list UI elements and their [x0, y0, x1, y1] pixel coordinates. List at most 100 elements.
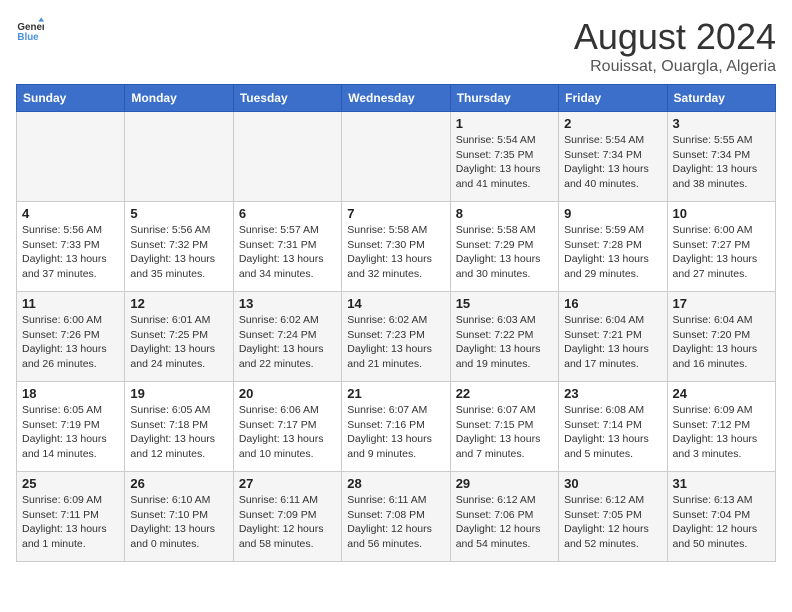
- calendar-cell: [17, 112, 125, 202]
- weekday-header-sunday: Sunday: [17, 85, 125, 112]
- day-number: 11: [22, 296, 119, 311]
- day-info: Sunrise: 5:57 AM Sunset: 7:31 PM Dayligh…: [239, 223, 336, 282]
- calendar-cell: 17Sunrise: 6:04 AM Sunset: 7:20 PM Dayli…: [667, 292, 775, 382]
- calendar-cell: 27Sunrise: 6:11 AM Sunset: 7:09 PM Dayli…: [233, 472, 341, 562]
- day-info: Sunrise: 5:58 AM Sunset: 7:29 PM Dayligh…: [456, 223, 553, 282]
- day-info: Sunrise: 6:09 AM Sunset: 7:12 PM Dayligh…: [673, 403, 770, 462]
- calendar-cell: 1 Sunrise: 5:54 AM Sunset: 7:35 PM Daylig…: [450, 112, 558, 202]
- day-info: Sunrise: 6:09 AM Sunset: 7:11 PM Dayligh…: [22, 493, 119, 552]
- day-number: 12: [130, 296, 227, 311]
- day-number: 6: [239, 206, 336, 221]
- calendar-cell: 2 Sunrise: 5:54 AM Sunset: 7:34 PM Daylig…: [559, 112, 667, 202]
- day-info: Sunrise: 6:00 AM Sunset: 7:26 PM Dayligh…: [22, 313, 119, 372]
- calendar-cell: 19Sunrise: 6:05 AM Sunset: 7:18 PM Dayli…: [125, 382, 233, 472]
- calendar-cell: 21 Sunrise: 6:07 AM Sunset: 7:16 PM Dayli…: [342, 382, 450, 472]
- day-number: 25: [22, 476, 119, 491]
- subtitle: Rouissat, Ouargla, Algeria: [574, 58, 776, 76]
- logo-icon: General Blue: [16, 16, 44, 44]
- day-info: Sunrise: 6:06 AM Sunset: 7:17 PM Dayligh…: [239, 403, 336, 462]
- day-number: 28: [347, 476, 444, 491]
- day-info: Sunrise: 6:12 AM Sunset: 7:06 PM Dayligh…: [456, 493, 553, 552]
- calendar-cell: 15 Sunrise: 6:03 AM Sunset: 7:22 PM Dayli…: [450, 292, 558, 382]
- day-number: 29: [456, 476, 553, 491]
- day-info: Sunrise: 5:54 AM Sunset: 7:34 PM Dayligh…: [564, 133, 661, 192]
- calendar-cell: 12 Sunrise: 6:01 AM Sunset: 7:25 PM Dayli…: [125, 292, 233, 382]
- calendar-week-row: 25 Sunrise: 6:09 AM Sunset: 7:11 PM Dayli…: [17, 472, 776, 562]
- weekday-header-thursday: Thursday: [450, 85, 558, 112]
- day-info: Sunrise: 6:05 AM Sunset: 7:19 PM Dayligh…: [22, 403, 119, 462]
- day-info: Sunrise: 6:02 AM Sunset: 7:23 PM Dayligh…: [347, 313, 444, 372]
- day-info: Sunrise: 5:55 AM Sunset: 7:34 PM Dayligh…: [673, 133, 770, 192]
- weekday-header-friday: Friday: [559, 85, 667, 112]
- day-info: Sunrise: 6:02 AM Sunset: 7:24 PM Dayligh…: [239, 313, 336, 372]
- day-info: Sunrise: 6:01 AM Sunset: 7:25 PM Dayligh…: [130, 313, 227, 372]
- day-number: 31: [673, 476, 770, 491]
- weekday-header-tuesday: Tuesday: [233, 85, 341, 112]
- day-info: Sunrise: 6:04 AM Sunset: 7:21 PM Dayligh…: [564, 313, 661, 372]
- day-number: 16: [564, 296, 661, 311]
- main-title: August 2024: [574, 16, 776, 58]
- day-number: 7: [347, 206, 444, 221]
- day-number: 22: [456, 386, 553, 401]
- weekday-header-row: SundayMondayTuesdayWednesdayThursdayFrid…: [17, 85, 776, 112]
- weekday-header-monday: Monday: [125, 85, 233, 112]
- day-number: 5: [130, 206, 227, 221]
- day-info: Sunrise: 6:08 AM Sunset: 7:14 PM Dayligh…: [564, 403, 661, 462]
- calendar-header: SundayMondayTuesdayWednesdayThursdayFrid…: [17, 85, 776, 112]
- title-block: August 2024 Rouissat, Ouargla, Algeria: [574, 16, 776, 76]
- day-info: Sunrise: 5:56 AM Sunset: 7:32 PM Dayligh…: [130, 223, 227, 282]
- calendar-cell: 18 Sunrise: 6:05 AM Sunset: 7:19 PM Dayli…: [17, 382, 125, 472]
- day-info: Sunrise: 6:11 AM Sunset: 7:08 PM Dayligh…: [347, 493, 444, 552]
- day-info: Sunrise: 6:10 AM Sunset: 7:10 PM Dayligh…: [130, 493, 227, 552]
- calendar-cell: 8 Sunrise: 5:58 AM Sunset: 7:29 PM Daylig…: [450, 202, 558, 292]
- day-info: Sunrise: 6:13 AM Sunset: 7:04 PM Dayligh…: [673, 493, 770, 552]
- calendar-cell: 9 Sunrise: 5:59 AM Sunset: 7:28 PM Daylig…: [559, 202, 667, 292]
- svg-text:Blue: Blue: [17, 32, 39, 43]
- calendar-week-row: 4Sunrise: 5:56 AM Sunset: 7:33 PM Daylig…: [17, 202, 776, 292]
- day-info: Sunrise: 6:12 AM Sunset: 7:05 PM Dayligh…: [564, 493, 661, 552]
- calendar-cell: 22Sunrise: 6:07 AM Sunset: 7:15 PM Dayli…: [450, 382, 558, 472]
- calendar-cell: 28 Sunrise: 6:11 AM Sunset: 7:08 PM Dayli…: [342, 472, 450, 562]
- day-number: 13: [239, 296, 336, 311]
- day-number: 2: [564, 116, 661, 131]
- calendar-cell: 11 Sunrise: 6:00 AM Sunset: 7:26 PM Dayli…: [17, 292, 125, 382]
- calendar-cell: 7 Sunrise: 5:58 AM Sunset: 7:30 PM Daylig…: [342, 202, 450, 292]
- calendar-cell: 10 Sunrise: 6:00 AM Sunset: 7:27 PM Dayli…: [667, 202, 775, 292]
- day-number: 26: [130, 476, 227, 491]
- day-number: 8: [456, 206, 553, 221]
- day-info: Sunrise: 6:07 AM Sunset: 7:16 PM Dayligh…: [347, 403, 444, 462]
- day-number: 4: [22, 206, 119, 221]
- day-info: Sunrise: 5:54 AM Sunset: 7:35 PM Dayligh…: [456, 133, 553, 192]
- calendar-cell: 20Sunrise: 6:06 AM Sunset: 7:17 PM Dayli…: [233, 382, 341, 472]
- calendar-cell: 5 Sunrise: 5:56 AM Sunset: 7:32 PM Daylig…: [125, 202, 233, 292]
- weekday-header-saturday: Saturday: [667, 85, 775, 112]
- day-info: Sunrise: 6:05 AM Sunset: 7:18 PM Dayligh…: [130, 403, 227, 462]
- calendar-cell: 31 Sunrise: 6:13 AM Sunset: 7:04 PM Dayli…: [667, 472, 775, 562]
- day-number: 1: [456, 116, 553, 131]
- day-number: 24: [673, 386, 770, 401]
- weekday-header-wednesday: Wednesday: [342, 85, 450, 112]
- day-number: 9: [564, 206, 661, 221]
- calendar-table: SundayMondayTuesdayWednesdayThursdayFrid…: [16, 84, 776, 562]
- calendar-week-row: 11 Sunrise: 6:00 AM Sunset: 7:26 PM Dayli…: [17, 292, 776, 382]
- day-info: Sunrise: 6:11 AM Sunset: 7:09 PM Dayligh…: [239, 493, 336, 552]
- day-number: 21: [347, 386, 444, 401]
- day-number: 10: [673, 206, 770, 221]
- calendar-cell: 6 Sunrise: 5:57 AM Sunset: 7:31 PM Daylig…: [233, 202, 341, 292]
- day-info: Sunrise: 5:58 AM Sunset: 7:30 PM Dayligh…: [347, 223, 444, 282]
- calendar-cell: 13 Sunrise: 6:02 AM Sunset: 7:24 PM Dayli…: [233, 292, 341, 382]
- calendar-cell: 4Sunrise: 5:56 AM Sunset: 7:33 PM Daylig…: [17, 202, 125, 292]
- day-number: 18: [22, 386, 119, 401]
- calendar-cell: 14 Sunrise: 6:02 AM Sunset: 7:23 PM Dayli…: [342, 292, 450, 382]
- day-info: Sunrise: 6:03 AM Sunset: 7:22 PM Dayligh…: [456, 313, 553, 372]
- calendar-cell: 25 Sunrise: 6:09 AM Sunset: 7:11 PM Dayli…: [17, 472, 125, 562]
- day-number: 14: [347, 296, 444, 311]
- calendar-cell: [342, 112, 450, 202]
- calendar-cell: 23Sunrise: 6:08 AM Sunset: 7:14 PM Dayli…: [559, 382, 667, 472]
- calendar-body: 1 Sunrise: 5:54 AM Sunset: 7:35 PM Daylig…: [17, 112, 776, 562]
- page-header: General Blue August 2024 Rouissat, Ouarg…: [16, 16, 776, 76]
- calendar-cell: 24 Sunrise: 6:09 AM Sunset: 7:12 PM Dayli…: [667, 382, 775, 472]
- day-number: 15: [456, 296, 553, 311]
- day-info: Sunrise: 6:00 AM Sunset: 7:27 PM Dayligh…: [673, 223, 770, 282]
- day-info: Sunrise: 5:59 AM Sunset: 7:28 PM Dayligh…: [564, 223, 661, 282]
